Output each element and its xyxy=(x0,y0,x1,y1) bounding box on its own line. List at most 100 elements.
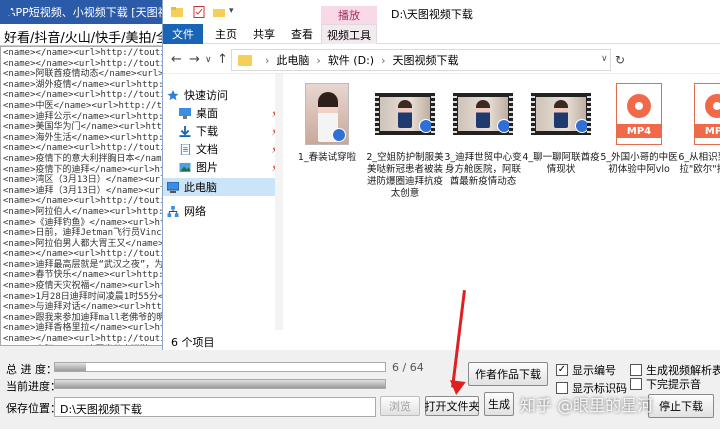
log-line: <name>湾区（3月13日）</name><url>http xyxy=(3,175,163,186)
recent-dropdown-icon[interactable]: ∨ xyxy=(205,55,212,65)
log-line: <name>迪拜公示</name><url>http://toutiao xyxy=(3,111,164,122)
file-name: 2_空姐防护制服美美哒新冠患者被装进防爆圈迪拜抗疫太创意 xyxy=(366,152,444,199)
file-name: 4_聊一聊阿联酋疫情现状 xyxy=(522,152,600,175)
log-line: <name>迪拜（3月13日）</name><url>h xyxy=(3,185,164,196)
breadcrumb-this-pc[interactable]: 此电脑 xyxy=(276,52,309,68)
nav-network[interactable]: 网络 xyxy=(167,202,275,220)
log-line: <name>中阿vlog27迪拜春节大巡游</name> xyxy=(3,345,163,346)
file-name: 5_外国小哥的中医初体验中阿vlo xyxy=(600,152,678,175)
log-line: <name>春节快乐</name><url>http://touti xyxy=(3,270,164,281)
file-name: 6_从相识到恋爱，拉"欧尔"打怪进阶 xyxy=(678,152,720,175)
download-log[interactable]: <name></name><url>http://toutiao.com<nam… xyxy=(0,46,164,346)
nav-network-label: 网络 xyxy=(184,205,206,218)
stop-download-button[interactable]: 停止下载 xyxy=(648,394,714,418)
address-dropdown-icon[interactable]: ∨ xyxy=(601,54,608,64)
screen-root: { "app": { "title": "APP短视频、小视频下载 [天图视频"… xyxy=(0,0,720,429)
checkbox-box xyxy=(630,378,642,390)
forward-arrow-icon[interactable]: → xyxy=(189,52,200,67)
total-progress-fill xyxy=(55,363,87,371)
mp4-file-icon: MP4 xyxy=(694,83,720,145)
generate-button[interactable]: 生成 xyxy=(484,392,514,416)
properties-icon[interactable] xyxy=(193,6,205,18)
tab-home[interactable]: 主页 xyxy=(211,24,241,44)
new-folder-icon[interactable] xyxy=(213,6,225,18)
log-line: <name></name><url>http://toutiao.com xyxy=(3,90,163,101)
file-item[interactable]: MP4 6_从相识到恋爱，拉"欧尔"打怪进阶 xyxy=(678,80,720,176)
tab-video-tools[interactable]: 视频工具 xyxy=(321,24,377,44)
breadcrumb-separator-icon: › xyxy=(265,53,270,67)
save-location-label: 保存位置： xyxy=(6,402,61,415)
tab-manage-play[interactable]: 播放 xyxy=(321,6,377,24)
nav-pictures-label: 图片 xyxy=(196,161,218,174)
player-badge-icon xyxy=(497,119,511,133)
tab-file[interactable]: 文件 xyxy=(163,24,203,44)
log-line: <name>迪拜最高层就是“武汉之夜”，为 xyxy=(3,259,164,270)
total-progress-label: 总 进 度： xyxy=(6,363,57,376)
app-title: APP短视频、小视频下载 [天图视频 xyxy=(8,6,170,19)
download-sound-label: 下完提示音 xyxy=(646,378,701,391)
author-works-download-button[interactable]: 作者作品下载 xyxy=(468,362,548,386)
browse-button[interactable]: 浏览 xyxy=(380,396,420,416)
log-line: <name>1月28日迪拜时间凌晨1时55分</name> xyxy=(3,291,164,302)
download-sound-checkbox[interactable]: 下完提示音 xyxy=(630,376,701,392)
nav-pictures[interactable]: 图片 📌 xyxy=(179,158,287,176)
nav-desktop[interactable]: 桌面 📌 xyxy=(179,104,287,122)
file-item[interactable]: 1_春装试穿啦 xyxy=(289,80,365,164)
quick-access-dropdown-icon[interactable]: ▾ xyxy=(229,6,241,18)
address-bar[interactable]: › 此电脑 › 软件 (D:) › 天图视频下载 xyxy=(231,49,611,71)
file-explorer-window: ▾ 播放 D:\天图视频下载 文件 主页 共享 查看 视频工具 ← → ∨ ↑ … xyxy=(162,0,720,350)
file-item[interactable]: 3_迪拜世贸中心变身方舱医院，阿联酋最新疫情动态 xyxy=(444,80,522,188)
save-location-input[interactable]: D:\天图视频下载 xyxy=(54,397,376,417)
log-line: <name>疫情天灾祝福</name><url>http xyxy=(3,281,164,292)
total-progress-bar xyxy=(54,362,386,372)
app-titlebar: APP短视频、小视频下载 [天图视频 xyxy=(0,0,170,24)
checkmark-icon: ✓ xyxy=(556,364,568,376)
breadcrumb-folder[interactable]: 天图视频下载 xyxy=(392,52,458,68)
log-line: <name>湖外疫情</name><url>http://toutia xyxy=(3,79,164,90)
log-line: <name>疫情下的意大利拌胸日本</name> xyxy=(3,153,164,164)
nav-scrollbar[interactable] xyxy=(275,74,283,330)
back-arrow-icon[interactable]: ← xyxy=(171,52,182,67)
nav-this-pc[interactable]: 此电脑 xyxy=(163,178,275,196)
tab-share[interactable]: 共享 xyxy=(249,24,279,44)
download-icon xyxy=(179,125,191,137)
explorer-titlebar: ▾ 播放 D:\天图视频下载 xyxy=(163,0,720,24)
annotation-arrow-head xyxy=(448,380,466,396)
ribbon-tabs: 文件 主页 共享 查看 视频工具 xyxy=(163,24,720,44)
log-line: <name>中医</name><url>http://toutia xyxy=(3,100,163,111)
log-line: <name></name><url>http://toutiao.com xyxy=(3,143,163,154)
nav-documents[interactable]: 文档 📌 xyxy=(179,140,287,158)
nav-desktop-label: 桌面 xyxy=(196,107,218,120)
open-folder-button[interactable]: 打开文件夹 xyxy=(425,396,480,416)
video-thumbnail xyxy=(453,93,513,135)
address-row: ← → ∨ ↑ › 此电脑 › 软件 (D:) › 天图视频下载 ∨ ↻ xyxy=(163,44,720,74)
file-item[interactable]: 2_空姐防护制服美美哒新冠患者被装进防爆圈迪拜抗疫太创意 xyxy=(366,80,444,200)
current-progress-fill xyxy=(55,380,385,388)
log-line: <name>阿联酋疫情动态</name><url>http xyxy=(3,69,164,80)
log-line: <name>美国华为门</name><url>http://toutia xyxy=(3,122,164,133)
log-line: <name>迪拜香格里拉</name><url>htt xyxy=(3,323,164,334)
up-arrow-icon[interactable]: ↑ xyxy=(217,52,228,67)
log-line: <name></name><url>http://toutiao.com xyxy=(3,196,163,207)
log-line: <name></name><url>http://toutiao.com xyxy=(3,48,163,58)
nav-quick-access[interactable]: 快速访问 xyxy=(167,86,275,104)
log-line: <name>日前，迪拜Jetman飞行员VinceRef xyxy=(3,228,163,239)
player-badge-icon xyxy=(575,119,589,133)
video-thumbnail xyxy=(375,93,435,135)
tab-view[interactable]: 查看 xyxy=(287,24,317,44)
current-progress-bar xyxy=(54,379,386,389)
window-title: D:\天图视频下载 xyxy=(391,8,473,21)
refresh-icon[interactable]: ↻ xyxy=(615,53,625,67)
platform-list: 好看/抖音/火山/快手/美拍/全 xyxy=(0,24,170,46)
nav-downloads[interactable]: 下载 📌 xyxy=(179,122,287,140)
computer-icon xyxy=(167,181,179,193)
pictures-icon xyxy=(179,162,191,172)
log-line: <name>与迪拜对话</name><url>http://t xyxy=(3,302,163,313)
file-name: 3_迪拜世贸中心变身方舱医院，阿联酋最新疫情动态 xyxy=(444,152,522,187)
show-number-checkbox[interactable]: ✓ 显示编号 xyxy=(556,362,616,378)
file-item[interactable]: 4_聊一聊阿联酋疫情现状 xyxy=(522,80,600,176)
nav-this-pc-label: 此电脑 xyxy=(184,181,217,194)
breadcrumb-drive-d[interactable]: 软件 (D:) xyxy=(328,52,374,68)
checkbox-box xyxy=(630,364,642,376)
file-item[interactable]: MP4 5_外国小哥的中医初体验中阿vlo xyxy=(600,80,678,176)
